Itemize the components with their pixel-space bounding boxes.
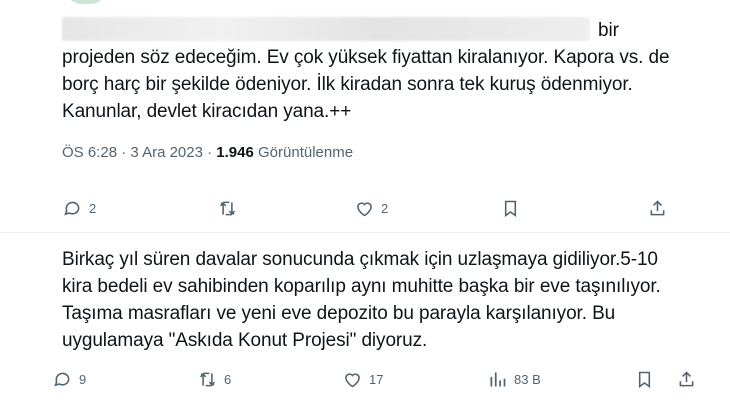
bookmark-button[interactable] (500, 198, 521, 219)
reply-count: 2 (89, 200, 97, 216)
repost-icon (199, 372, 216, 386)
tweet-1-line: borç harç bir şekilde ödeniyor. İlk kira… (62, 74, 633, 95)
tweet-time[interactable]: ÖS 6:28 (62, 144, 117, 161)
tweet-2-line: kira bedeli ev sahibinden koparılıp aynı… (62, 276, 661, 297)
tweet-2-text: Birkaç yıl süren davalar sonucunda çıkma… (62, 246, 661, 354)
bookmark-icon (638, 371, 651, 388)
share-icon (679, 370, 694, 386)
share-button[interactable] (647, 198, 668, 219)
share-button[interactable] (676, 369, 697, 390)
views-button[interactable]: 83 B (487, 369, 541, 390)
meta-separator: · (121, 144, 127, 161)
avatar[interactable] (64, 0, 108, 4)
meta-separator: · (207, 144, 213, 161)
repost-icon (219, 201, 236, 215)
views-count: 1.946 (216, 144, 254, 161)
like-icon (357, 201, 372, 216)
reply-icon (54, 372, 70, 386)
tweet-1-actions: 2 2 (62, 197, 682, 219)
views-count: 83 B (514, 371, 541, 387)
reply-icon (64, 201, 80, 215)
reply-button[interactable]: 2 (62, 198, 96, 219)
tweet-2-line: Birkaç yıl süren davalar sonucunda çıkma… (62, 249, 658, 270)
reply-count: 9 (79, 371, 87, 387)
repost-button[interactable] (217, 198, 244, 219)
repost-button[interactable]: 6 (197, 369, 231, 390)
bookmark-button[interactable] (634, 369, 655, 390)
views-label: Görüntülenme (258, 144, 354, 161)
tweet-2-line: Taşıma masrafları ve yeni eve depozito b… (62, 303, 616, 324)
tweet-2-actions: 9 6 17 83 B (54, 368, 694, 390)
repost-count: 6 (224, 371, 232, 387)
like-icon (345, 372, 360, 387)
bookmark-icon (504, 200, 517, 217)
divider (0, 232, 730, 233)
tweet-meta: ÖS 6:28 · 3 Ara 2023 · 1.946 Görüntülenm… (62, 144, 353, 161)
views-icon (490, 372, 506, 386)
tweet-1-line: bir (598, 20, 619, 41)
tweet-2-line: uygulamaya "Askıda Konut Projesi" diyoru… (62, 330, 428, 351)
like-count: 17 (369, 371, 384, 387)
reply-button[interactable]: 9 (52, 369, 86, 390)
share-icon (650, 199, 665, 215)
like-button[interactable]: 17 (342, 369, 383, 390)
like-count: 2 (381, 200, 389, 216)
tweet-1-line: projeden söz edeceğim. Ev çok yüksek fiy… (62, 47, 670, 68)
tweet-date[interactable]: 3 Ara 2023 (130, 144, 203, 161)
tweet-1-text: bir projeden söz edeceğim. Ev çok yüksek… (62, 17, 670, 125)
tweet-1-line: Kanunlar, devlet kiracıdan yana.++ (62, 101, 352, 122)
like-button[interactable]: 2 (354, 198, 388, 219)
